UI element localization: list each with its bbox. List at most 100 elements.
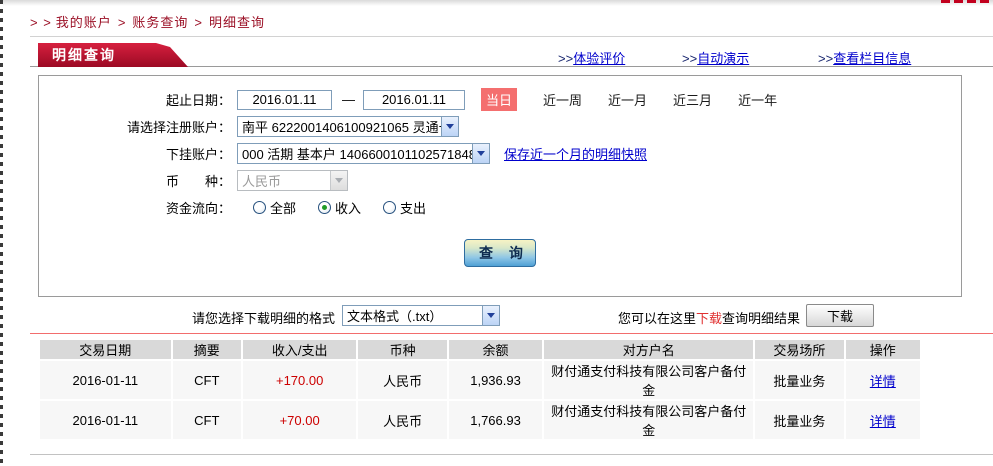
- download-hint-suffix: 查询明细结果: [722, 311, 800, 326]
- link-label: 查看栏目信息: [833, 51, 911, 66]
- col-header-balance: 余额: [449, 340, 542, 359]
- link-label: 自动演示: [697, 51, 749, 66]
- quick-range-today[interactable]: 当日: [481, 88, 517, 111]
- breadcrumb: > > 我的账户 > 账务查询 > 明细查询: [30, 0, 993, 31]
- register-account-value: 南平 6222001406100921065 灵通卡: [238, 117, 441, 136]
- table-row: 2016-01-11 CFT +170.00 人民币 1,936.93 财付通支…: [40, 361, 920, 399]
- radio-flow-income[interactable]: 收入: [318, 198, 361, 217]
- quick-range-year[interactable]: 近一年: [738, 90, 777, 109]
- cell-venue: 批量业务: [755, 361, 843, 399]
- cell-summary: CFT: [173, 401, 241, 439]
- register-account-select[interactable]: 南平 6222001406100921065 灵通卡: [237, 116, 459, 137]
- radio-flow-expense[interactable]: 支出: [383, 198, 426, 217]
- quick-range-month[interactable]: 近一月: [608, 90, 647, 109]
- fund-flow-row: 资金流向： 全部 收入 支出: [39, 194, 961, 221]
- sub-account-value: 000 活期 基本户 1406600101102571848: [238, 144, 472, 163]
- download-format-select[interactable]: 文本格式（.txt）: [342, 305, 500, 326]
- register-account-row: 请选择注册账户： 南平 6222001406100921065 灵通卡: [39, 113, 961, 140]
- cell-summary: CFT: [173, 361, 241, 399]
- breadcrumb-separator: >: [118, 15, 127, 30]
- currency-select-disabled: 人民币: [237, 170, 348, 191]
- save-monthly-snapshot-link[interactable]: 保存近一个月的明细快照: [504, 144, 647, 163]
- sub-account-label: 下挂账户：: [39, 144, 231, 163]
- download-format-label: 请您选择下载明细的格式: [192, 308, 335, 327]
- start-date-input[interactable]: [237, 90, 332, 110]
- dropdown-arrow-icon: [330, 171, 347, 190]
- cell-action: 详情: [846, 361, 920, 399]
- tab-detail-query: 明细查询: [38, 43, 188, 67]
- col-header-amount: 收入/支出: [243, 340, 357, 359]
- fund-flow-label: 资金流向：: [39, 198, 231, 217]
- detail-link[interactable]: 详情: [870, 414, 896, 429]
- cell-counterparty: 财付通支付科技有限公司客户备付金: [544, 361, 753, 399]
- date-range-dash: —: [342, 92, 355, 107]
- download-button[interactable]: 下载: [806, 304, 874, 327]
- panel-tab-bar: 明细查询 >>体验评价 >>自动演示 >>查看栏目信息: [30, 44, 993, 67]
- download-hint-prefix: 您可以在这里: [618, 311, 696, 326]
- breadcrumb-prefix: > >: [30, 15, 52, 30]
- sub-account-select[interactable]: 000 活期 基本户 1406600101102571848: [237, 143, 490, 164]
- radio-icon: [383, 201, 396, 214]
- col-header-date: 交易日期: [40, 340, 171, 359]
- radio-icon: [253, 201, 266, 214]
- link-arrows: >>: [682, 51, 697, 66]
- download-hint-emphasis: 下载: [696, 311, 722, 326]
- download-format-value: 文本格式（.txt）: [343, 306, 482, 325]
- cell-venue: 批量业务: [755, 401, 843, 439]
- panel-title: 明细查询: [52, 45, 116, 65]
- download-row: 请您选择下载明细的格式 文本格式（.txt） 您可以在这里下载查询明细结果 下载: [30, 303, 993, 330]
- dropdown-arrow-icon: [482, 306, 499, 325]
- radio-flow-all-label: 全部: [270, 198, 296, 217]
- link-auto-demo[interactable]: >>自动演示: [682, 48, 749, 67]
- col-header-summary: 摘要: [173, 340, 241, 359]
- breadcrumb-item-my-account[interactable]: 我的账户: [56, 15, 112, 30]
- dropdown-arrow-icon: [441, 117, 458, 136]
- page-content: > >我的账户>账务查询>明细查询 明细查询 >>体验评价 >>自动演示 >>查…: [30, 0, 993, 441]
- link-label: 体验评价: [573, 51, 625, 66]
- cell-amount: +70.00: [243, 401, 357, 439]
- currency-value: 人民币: [238, 171, 330, 190]
- cell-action: 详情: [846, 401, 920, 439]
- col-header-venue: 交易场所: [755, 340, 843, 359]
- col-header-counterparty: 对方户名: [544, 340, 753, 359]
- cell-currency: 人民币: [358, 361, 446, 399]
- page-left-dashed-edge: [0, 0, 3, 466]
- radio-flow-all[interactable]: 全部: [253, 198, 296, 217]
- top-divider: [30, 36, 993, 37]
- currency-row: 币 种： 人民币: [39, 167, 961, 194]
- red-divider: [30, 333, 993, 334]
- currency-label: 币 种：: [39, 171, 231, 190]
- query-form-panel: 起止日期： — 当日 近一周 近一月 近三月 近一年 请选择注册账户： 南平 6…: [38, 75, 962, 297]
- radio-flow-income-label: 收入: [335, 198, 361, 217]
- link-arrows: >>: [558, 51, 573, 66]
- link-view-column-info[interactable]: >>查看栏目信息: [818, 48, 911, 67]
- end-date-input[interactable]: [363, 90, 465, 110]
- breadcrumb-item-account-query[interactable]: 账务查询: [132, 15, 188, 30]
- cell-date: 2016-01-11: [40, 361, 171, 399]
- col-header-action: 操作: [846, 340, 920, 359]
- cell-balance: 1,766.93: [449, 401, 542, 439]
- table-header-row: 交易日期 摘要 收入/支出 币种 余额 对方户名 交易场所 操作: [40, 340, 920, 359]
- link-experience-feedback[interactable]: >>体验评价: [558, 48, 625, 67]
- quick-range-week[interactable]: 近一周: [543, 90, 582, 109]
- date-range-label: 起止日期：: [39, 90, 231, 109]
- link-arrows: >>: [818, 51, 833, 66]
- cell-amount: +170.00: [243, 361, 357, 399]
- sub-account-row: 下挂账户： 000 活期 基本户 1406600101102571848 保存近…: [39, 140, 961, 167]
- quick-range-quarter[interactable]: 近三月: [673, 90, 712, 109]
- radio-flow-expense-label: 支出: [400, 198, 426, 217]
- cell-counterparty: 财付通支付科技有限公司客户备付金: [544, 401, 753, 439]
- cell-balance: 1,936.93: [449, 361, 542, 399]
- dropdown-arrow-icon: [472, 144, 489, 163]
- col-header-currency: 币种: [358, 340, 446, 359]
- transaction-table: 交易日期 摘要 收入/支出 币种 余额 对方户名 交易场所 操作 2016-01…: [38, 338, 922, 441]
- download-hint: 您可以在这里下载查询明细结果: [618, 308, 800, 327]
- detail-link[interactable]: 详情: [870, 374, 896, 389]
- radio-checked-icon: [318, 201, 331, 214]
- query-button[interactable]: 查 询: [464, 239, 536, 267]
- breadcrumb-separator: >: [194, 15, 203, 30]
- bottom-divider: [30, 454, 993, 455]
- table-row: 2016-01-11 CFT +70.00 人民币 1,766.93 财付通支付…: [40, 401, 920, 439]
- breadcrumb-item-detail-query[interactable]: 明细查询: [209, 15, 265, 30]
- date-range-row: 起止日期： — 当日 近一周 近一月 近三月 近一年: [39, 86, 961, 113]
